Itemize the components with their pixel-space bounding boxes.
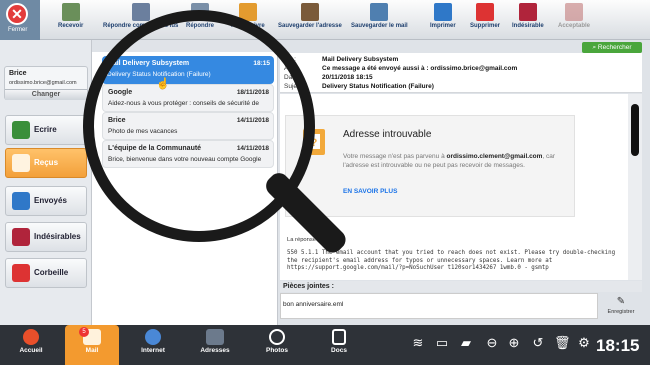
clock: 18:15 <box>596 336 640 355</box>
error-text: Votre message n'est pas parvenu à ordiss… <box>343 153 556 169</box>
mail-badge: 5 <box>79 327 89 337</box>
dock-mail[interactable]: Mail <box>65 325 119 365</box>
trash-dock-icon[interactable]: 🗑 <box>554 335 571 351</box>
internet-icon <box>145 329 161 345</box>
bounce-message: 550 5.1.1 The email account that you tri… <box>287 250 616 271</box>
back-icon[interactable]: ↺ <box>530 335 546 351</box>
dock-docs[interactable]: Docs <box>312 325 366 365</box>
folder-sent[interactable]: Envoyés <box>5 186 87 216</box>
receive-icon <box>61 3 80 21</box>
compose-icon <box>12 121 30 139</box>
acceptable-icon <box>565 3 583 21</box>
learn-more-link[interactable]: EN SAVOIR PLUS <box>343 188 397 195</box>
docs-icon <box>332 329 346 345</box>
message-subject: Delivery Status Notification (Failure) <box>322 83 434 90</box>
magnifier-lens <box>83 10 315 242</box>
message-header: De : Mail Delivery Subsystem À : Ce mess… <box>280 53 642 93</box>
read-all-icon <box>131 3 150 21</box>
dock-photos[interactable]: Photos <box>250 325 304 365</box>
spam-button[interactable]: Indésirable <box>512 3 544 37</box>
volume-up-icon[interactable]: ⊕ <box>506 335 522 351</box>
error-card: ? Adresse introuvable Votre message n'es… <box>285 115 575 217</box>
dock-contacts[interactable]: Adresses <box>188 325 242 365</box>
attachments-label: Pièces jointes : <box>280 281 642 292</box>
receive-button[interactable]: Recevoir <box>58 3 83 37</box>
pen-icon: ✎ <box>616 296 626 307</box>
search-button[interactable]: ⌕ Rechercher <box>582 42 642 53</box>
delete-button[interactable]: Supprimer <box>470 3 500 37</box>
save-address-button[interactable]: Sauvegarder l'adresse <box>278 3 342 37</box>
folder-panel: Brice ordissimo.brice@gmail.com Changer … <box>0 40 92 325</box>
wifi-icon[interactable]: ≋ <box>410 335 426 351</box>
volume-down-icon[interactable]: ⊖ <box>484 335 500 351</box>
print-button[interactable]: Imprimer <box>430 3 456 37</box>
save-mail-icon <box>370 3 389 21</box>
acceptable-button[interactable]: Acceptable <box>558 3 590 37</box>
attachments-box: bon anniversaire.eml <box>280 293 598 319</box>
battery-icon: ▰ <box>461 335 471 350</box>
contacts-icon <box>206 329 224 345</box>
message-date: 20/11/2018 18:15 <box>322 74 373 81</box>
save-attachment-button[interactable]: ✎ Enregistrer <box>600 295 642 319</box>
inbox-icon <box>12 154 30 172</box>
bottom-dock: Accueil Mail Internet Adresses Photos Do… <box>0 325 650 365</box>
folder-compose[interactable]: Ecrire <box>5 115 87 145</box>
folder-trash[interactable]: Corbeille <box>5 258 87 288</box>
top-toolbar: ✕ Fermer Recevoir Répondre comme tous lu… <box>0 0 650 40</box>
close-button[interactable]: ✕ Fermer <box>0 0 40 40</box>
tablet-icon[interactable]: ▭ <box>434 335 450 351</box>
dock-internet[interactable]: Internet <box>126 325 180 365</box>
folder-spam[interactable]: Indésirables <box>5 222 87 252</box>
scroll-thumb[interactable] <box>631 104 639 156</box>
attachment-file[interactable]: bon anniversaire.eml <box>283 301 343 308</box>
hand-cursor-icon: ☝ <box>156 78 170 90</box>
folder-inbox[interactable]: Reçus <box>5 148 87 178</box>
change-account-button[interactable]: Changer <box>5 89 87 100</box>
home-icon <box>23 329 39 345</box>
save-address-icon <box>300 3 319 21</box>
sender: Mail Delivery Subsystem <box>322 56 399 63</box>
save-mail-button[interactable]: Sauvegarder le mail <box>351 3 408 37</box>
spam-icon <box>518 3 537 21</box>
account-box: Brice ordissimo.brice@gmail.com Changer <box>4 66 88 100</box>
account-email: ordissimo.brice@gmail.com <box>9 80 77 86</box>
close-icon: ✕ <box>6 3 28 25</box>
spam-folder-icon <box>12 228 30 246</box>
recipient: Ce message a été envoyé aussi à : ordiss… <box>322 65 518 72</box>
settings-icon[interactable]: ⚙ <box>576 335 592 351</box>
photos-icon <box>269 329 285 345</box>
sent-icon <box>12 192 30 210</box>
trash-icon <box>476 3 494 21</box>
printer-icon <box>433 3 452 21</box>
trash-folder-icon <box>12 264 30 282</box>
error-title: Adresse introuvable <box>343 129 432 140</box>
account-name: Brice <box>9 70 27 77</box>
dock-home[interactable]: Accueil <box>4 325 58 365</box>
